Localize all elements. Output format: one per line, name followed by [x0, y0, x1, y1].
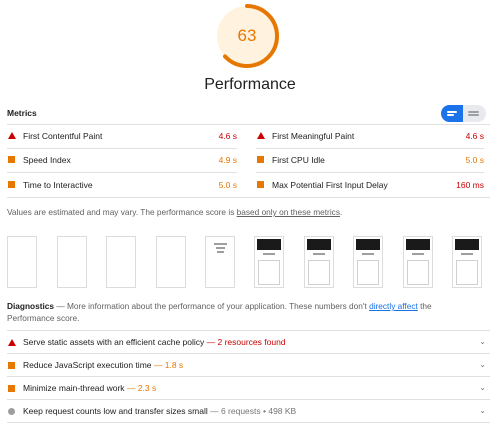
- chevron-down-icon[interactable]: ⌄: [479, 377, 486, 399]
- filmstrip-frame: [156, 236, 186, 288]
- fail-triangle-icon: [8, 339, 16, 346]
- info-circle-icon: [8, 408, 15, 415]
- metric-value: 4.6 s: [218, 131, 237, 141]
- audit-row[interactable]: Reduce JavaScript execution time — 1.8 s…: [7, 354, 490, 376]
- filmstrip-frame: [403, 236, 433, 288]
- audit-row[interactable]: Keep request counts low and transfer siz…: [7, 400, 490, 422]
- average-square-icon: [8, 362, 15, 369]
- audit-row[interactable]: Minimize main-thread work — 2.3 s ⌄: [7, 377, 490, 399]
- metric-first-contentful-paint: First Contentful Paint 4.6 s: [7, 124, 237, 148]
- filmstrip-frame: [254, 236, 284, 288]
- audit-row[interactable]: Serve static assets with an efficient ca…: [7, 331, 490, 353]
- average-square-icon: [257, 156, 264, 163]
- average-square-icon: [8, 385, 15, 392]
- metric-first-meaningful-paint: First Meaningful Paint 4.6 s: [256, 124, 484, 148]
- filmstrip-frame: [304, 236, 334, 288]
- diagnostics-title: Diagnostics: [7, 301, 55, 311]
- metric-max-potential-fid: Max Potential First Input Delay 160 ms: [256, 173, 484, 197]
- chevron-down-icon[interactable]: ⌄: [479, 400, 486, 422]
- metric-speed-index: Speed Index 4.9 s: [7, 148, 237, 172]
- metrics-header: Metrics: [0, 105, 500, 122]
- metric-first-cpu-idle: First CPU Idle 5.0 s: [256, 148, 484, 172]
- filmstrip-frame: [452, 236, 482, 288]
- metrics-note: Values are estimated and may vary. The p…: [7, 207, 343, 217]
- chevron-down-icon[interactable]: ⌄: [479, 331, 486, 353]
- chevron-down-icon[interactable]: ⌄: [479, 354, 486, 376]
- average-square-icon: [8, 181, 15, 188]
- filmstrip-frame: [106, 236, 136, 288]
- fail-triangle-icon: [8, 132, 16, 139]
- detail-view-icon[interactable]: [463, 105, 486, 122]
- metric-time-to-interactive: Time to Interactive 5.0 s: [7, 173, 237, 197]
- fail-triangle-icon: [257, 132, 265, 139]
- metric-value: 4.6 s: [465, 131, 484, 141]
- filmstrip-frame: [7, 236, 37, 288]
- metric-value: 5.0 s: [218, 180, 237, 190]
- metric-value: 160 ms: [456, 180, 484, 190]
- filmstrip-frame: [205, 236, 235, 288]
- metrics-label: Metrics: [7, 108, 37, 118]
- metric-value: 5.0 s: [465, 155, 484, 165]
- list-view-icon[interactable]: [441, 105, 463, 122]
- metrics-view-toggle[interactable]: [441, 105, 486, 122]
- performance-score: 63: [237, 26, 257, 45]
- category-title: Performance: [204, 76, 296, 93]
- filmstrip-frame: [57, 236, 87, 288]
- directly-affect-link[interactable]: directly affect: [369, 301, 418, 311]
- diagnostics-description: Diagnostics — More information about the…: [7, 301, 432, 323]
- average-square-icon: [8, 156, 15, 163]
- metrics-link[interactable]: based only on these metrics: [237, 207, 340, 217]
- filmstrip-frame: [353, 236, 383, 288]
- metric-value: 4.9 s: [218, 155, 237, 165]
- average-square-icon: [257, 181, 264, 188]
